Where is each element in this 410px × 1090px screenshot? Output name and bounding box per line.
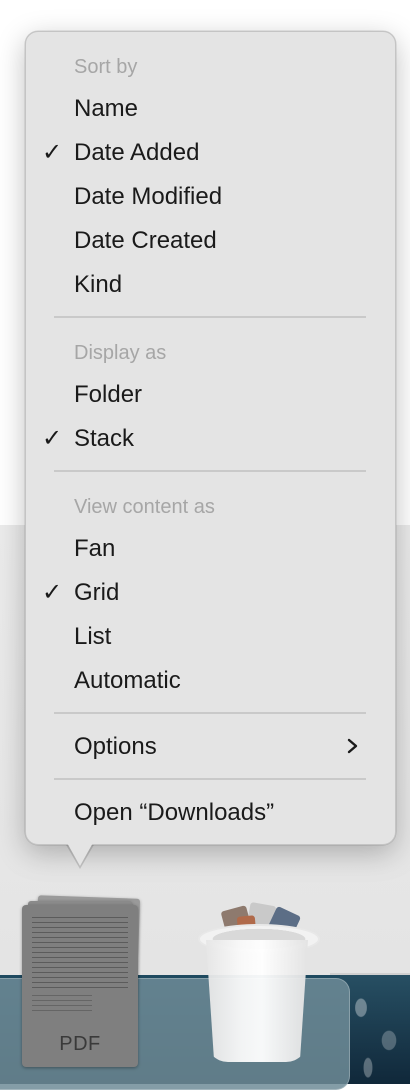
downloads-stack-icon[interactable]: PDF <box>22 895 141 1067</box>
checkmark-icon: ✓ <box>42 579 63 606</box>
menu-item-date-added[interactable]: Date Added <box>74 138 199 168</box>
menu-pointer <box>66 841 94 866</box>
pdf-text-lines <box>32 917 128 989</box>
sort-by-header: Sort by <box>74 56 138 78</box>
menu-item-automatic[interactable]: Automatic <box>74 666 181 696</box>
menu-item-date-modified[interactable]: Date Modified <box>74 182 222 212</box>
trash-icon[interactable] <box>196 901 320 1064</box>
checkmark-icon: ✓ <box>42 139 63 166</box>
menu-item-kind[interactable]: Kind <box>74 270 122 300</box>
display-as-header: Display as <box>74 342 167 364</box>
menu-separator <box>54 316 366 318</box>
menu-item-list[interactable]: List <box>74 622 111 652</box>
menu-separator <box>54 470 366 472</box>
menu-item-stack[interactable]: Stack <box>74 424 134 454</box>
view-content-as-header: View content as <box>74 496 215 518</box>
checkmark-icon: ✓ <box>42 425 63 452</box>
menu-item-folder[interactable]: Folder <box>74 380 142 410</box>
pdf-text-lines <box>32 995 92 1015</box>
chevron-right-icon <box>347 738 358 754</box>
desktop-wallpaper-waves <box>340 975 410 1084</box>
pdf-page-front: PDF <box>22 905 138 1067</box>
menu-separator <box>54 712 366 714</box>
menu-item-name[interactable]: Name <box>74 94 138 124</box>
menu-separator <box>54 778 366 780</box>
menu-item-fan[interactable]: Fan <box>74 534 115 564</box>
menu-item-grid[interactable]: Grid <box>74 578 119 608</box>
menu-item-date-created[interactable]: Date Created <box>74 226 217 256</box>
trash-body <box>206 940 308 1062</box>
menu-item-open-downloads[interactable]: Open “Downloads” <box>74 798 274 828</box>
pdf-label: PDF <box>59 1033 101 1055</box>
menu-item-options[interactable]: Options <box>74 732 157 762</box>
